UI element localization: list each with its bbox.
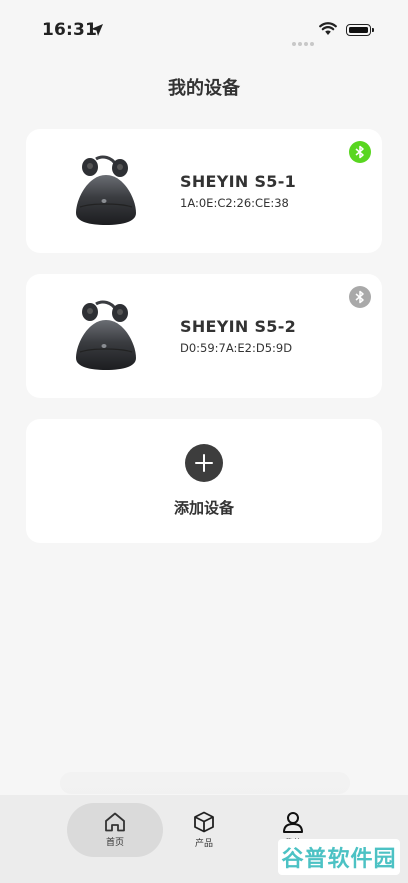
tab-product-label: 产品: [194, 839, 213, 849]
device-name: SHEYIN S5-2: [180, 317, 297, 336]
wifi-icon: [319, 22, 337, 35]
status-bar: 16:31: [0, 0, 408, 56]
tab-product[interactable]: 产品: [156, 803, 252, 857]
device-mac-address: D0:59:7A:E2:D5:9D: [180, 341, 293, 355]
cube-icon: [194, 811, 214, 833]
watermark-logo: 谷普软件园: [278, 839, 400, 875]
person-icon: [283, 812, 303, 833]
add-device-label: 添加设备: [173, 499, 234, 517]
home-icon: [105, 812, 125, 832]
status-time: 16:31: [42, 20, 98, 40]
battery-icon: [346, 24, 374, 36]
add-device-button[interactable]: 添加设备: [26, 419, 382, 543]
device-card[interactable]: SHEYIN S5-2 D0:59:7A:E2:D5:9D: [26, 274, 382, 398]
earbuds-case-icon: [76, 300, 136, 370]
scroll-fade: [60, 772, 350, 794]
device-mac-address: 1A:0E:C2:26:CE:38: [180, 196, 289, 210]
plus-icon: [185, 444, 223, 482]
location-arrow-icon: [91, 24, 103, 36]
tab-home-label: 首页: [105, 838, 124, 848]
device-name: SHEYIN S5-1: [180, 172, 297, 191]
cellular-signal-icon: [292, 31, 316, 50]
bluetooth-connected-icon: [349, 141, 371, 163]
page-title: 我的设备: [168, 78, 240, 99]
bluetooth-disconnected-icon: [349, 286, 371, 308]
device-card[interactable]: SHEYIN S5-1 1A:0E:C2:26:CE:38: [26, 129, 382, 253]
earbuds-case-icon: [76, 155, 136, 225]
tab-home[interactable]: 首页: [67, 803, 163, 857]
